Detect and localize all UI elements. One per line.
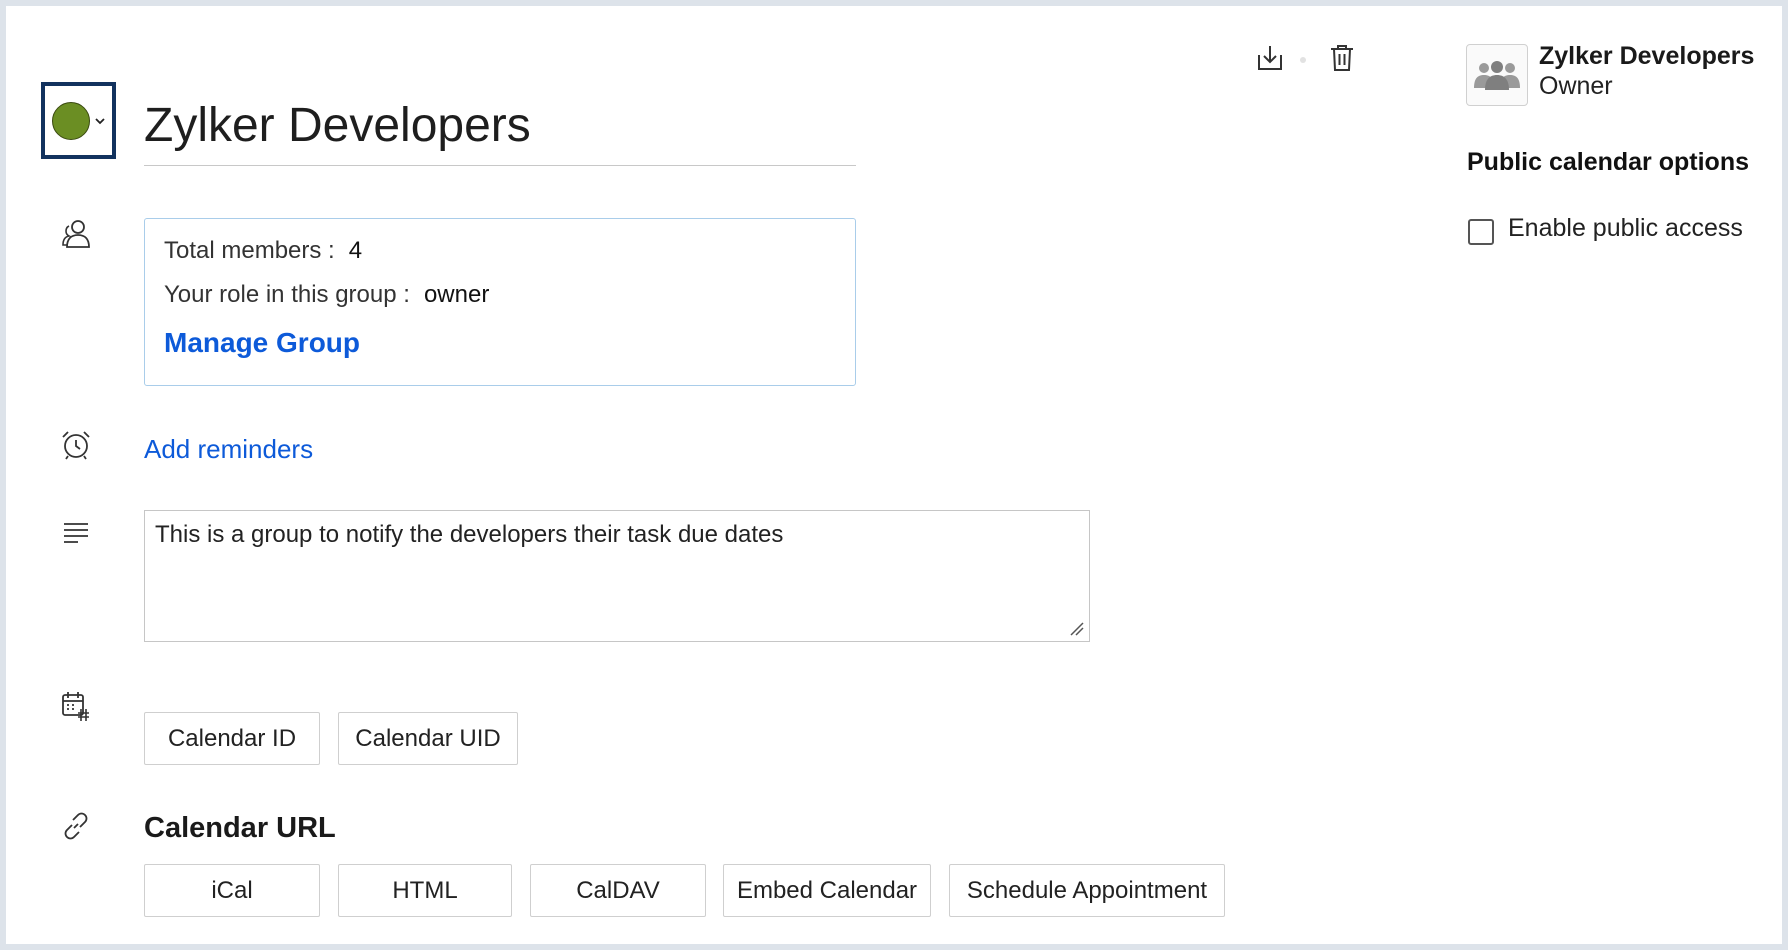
public-calendar-options-heading: Public calendar options [1467,148,1749,176]
group-icon [1472,58,1522,92]
enable-public-access-label[interactable]: Enable public access [1508,214,1743,243]
total-members-label: Total members : [164,237,335,264]
calendar-url-heading: Calendar URL [144,812,336,844]
trash-icon [1328,43,1356,73]
role-value: owner [423,281,490,308]
ical-button[interactable]: iCal [144,864,320,917]
link-icon [56,806,96,846]
delete-button[interactable] [1322,38,1362,78]
alarm-clock-icon [56,425,96,465]
members-icon [56,214,96,254]
description-textarea[interactable] [144,510,1090,642]
calendar-hash-icon [56,686,96,726]
role-row: Your role in this group : owner [164,281,836,309]
calendar-color-picker[interactable] [41,82,116,159]
embed-calendar-button[interactable]: Embed Calendar [723,864,931,917]
role-label: Your role in this group : [164,281,410,308]
description-icon [56,514,96,554]
manage-group-link[interactable]: Manage Group [164,327,360,359]
schedule-appointment-button[interactable]: Schedule Appointment [949,864,1225,917]
owner-name: Zylker Developers [1539,42,1755,70]
calendar-title[interactable]: Zylker Developers [144,98,856,166]
add-reminders-link[interactable]: Add reminders [144,434,313,465]
calendar-color-swatch [51,101,90,140]
owner-role: Owner [1539,72,1613,100]
members-info-box: Total members : 4 Your role in this group… [144,218,856,386]
html-button[interactable]: HTML [338,864,512,917]
calendar-uid-button[interactable]: Calendar UID [338,712,518,765]
download-icon [1255,43,1285,73]
calendar-details-panel: Zylker Developers Total members: 4 Your… [6,6,1782,944]
toolbar-separator [1300,57,1306,63]
calendar-id-button[interactable]: Calendar ID [144,712,320,765]
chevron-down-icon [94,115,106,127]
total-members-value: 4 [348,237,363,264]
resize-handle-icon[interactable] [1068,620,1084,636]
caldav-button[interactable]: CalDAV [530,864,706,917]
total-members-row: Total members : 4 [164,237,836,265]
group-avatar [1466,44,1528,106]
export-button[interactable] [1250,38,1290,78]
enable-public-access-checkbox[interactable] [1468,219,1494,245]
